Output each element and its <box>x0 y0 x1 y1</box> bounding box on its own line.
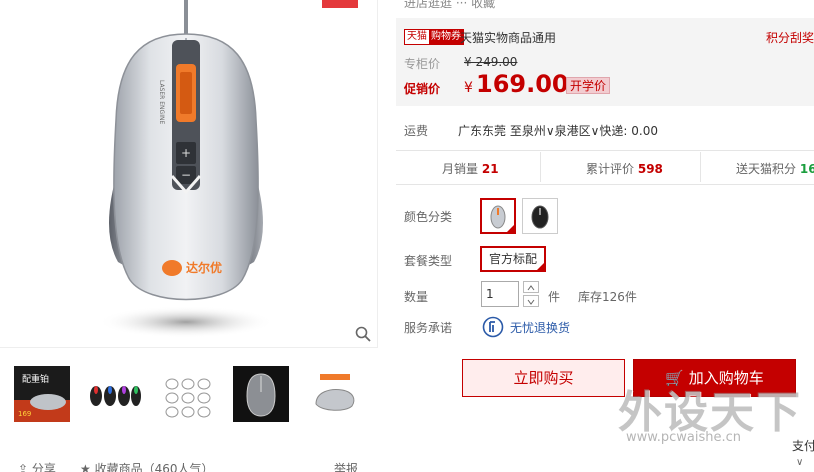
buy-now-button[interactable]: 立即购买 <box>462 359 625 397</box>
tmall-coupon-tag: 天猫 购物券 <box>404 29 464 45</box>
return-guarantee-icon <box>482 316 504 338</box>
svg-text:达尔优: 达尔优 <box>186 260 222 275</box>
svg-text:+: + <box>181 146 191 160</box>
divider <box>396 184 814 185</box>
stats-row: 月销量 21 累计评价 598 送天猫积分 16 <box>396 160 814 178</box>
tag-tmall: 天猫 <box>405 30 429 44</box>
price-panel: 天猫 购物券 天猫实物商品通用 积分刮奖 专柜价 ¥ 249.00 促销价 ¥ … <box>396 18 814 106</box>
service-label: 服务承诺 <box>404 321 453 335</box>
quantity-row: 数量 件 库存126件 <box>396 281 814 309</box>
review-count[interactable]: 累计评价 598 <box>586 160 663 177</box>
tag-coupon: 购物券 <box>429 30 463 44</box>
shipping-row: 运费 广东东莞 至泉州∨泉港区∨快递: 0.00 <box>396 122 814 140</box>
color-swatch-black[interactable] <box>522 198 558 234</box>
svg-text:配重铂: 配重铂 <box>22 373 49 385</box>
favorite-link[interactable]: ★ 收藏商品（460人气） <box>80 460 213 472</box>
tmall-points: 送天猫积分 16 <box>736 162 814 176</box>
color-option-row: 颜色分类 <box>396 198 814 236</box>
color-label: 颜色分类 <box>404 210 453 224</box>
package-option-standard[interactable]: 官方标配 <box>480 246 547 272</box>
thumbnail-5[interactable] <box>306 366 362 422</box>
cart-icon: 🛒 <box>665 369 684 387</box>
thumbnail-strip: 配重铂 169 <box>14 366 368 424</box>
report-link[interactable]: 举报 <box>334 460 358 472</box>
currency-symbol: ¥ <box>464 80 473 96</box>
sale-price: 169.00 <box>476 70 569 98</box>
mouse-illustration: + − LASER ENGINE 达尔优 <box>98 0 274 338</box>
sale-badge: 开学价 <box>566 77 611 94</box>
chevron-up-icon <box>527 285 535 291</box>
thumbnail-2[interactable] <box>86 366 142 422</box>
main-product-image[interactable]: + − LASER ENGINE 达尔优 <box>0 0 378 348</box>
stock-count: 库存126件 <box>578 290 637 304</box>
corner-ribbon <box>322 0 358 8</box>
service-row: 服务承诺 无忧退换货 <box>396 316 814 338</box>
monthly-sales: 月销量 21 <box>442 162 499 176</box>
product-gallery: + − LASER ENGINE 达尔优 配重铂 169 ⇪ 分享 ★ 收藏商品… <box>0 0 378 472</box>
social-bar: ⇪ 分享 ★ 收藏商品（460人气） 举报 <box>14 460 374 472</box>
package-option-row: 套餐类型 官方标配 <box>396 246 814 272</box>
chevron-down-icon <box>527 299 535 305</box>
product-info: 进店逛逛 ··· 收藏 天猫 购物券 天猫实物商品通用 积分刮奖 专柜价 ¥ 2… <box>378 0 814 472</box>
selected-check-icon <box>536 262 546 271</box>
quantity-label: 数量 <box>404 290 429 304</box>
svg-text:−: − <box>181 168 191 182</box>
divider <box>540 152 541 182</box>
quantity-unit: 件 <box>548 290 561 304</box>
product-page: + − LASER ENGINE 达尔优 配重铂 169 ⇪ 分享 ★ 收藏商品… <box>0 0 814 472</box>
watermark-url: www.pcwaishe.cn <box>626 430 741 445</box>
divider <box>396 150 814 151</box>
quantity-increase-button[interactable] <box>523 281 539 293</box>
share-link[interactable]: ⇪ 分享 <box>18 460 56 472</box>
zoom-icon[interactable] <box>354 325 372 343</box>
selected-check-icon <box>506 224 515 233</box>
points-lottery-link[interactable]: 积分刮奖 <box>766 29 814 46</box>
svg-text:LASER ENGINE: LASER ENGINE <box>158 80 165 124</box>
thumbnail-1[interactable]: 配重铂 169 <box>14 366 70 422</box>
chevron-down-icon[interactable]: ∨ <box>796 457 803 468</box>
shipping-label: 运费 <box>404 124 429 138</box>
original-price-label: 专柜价 <box>404 57 441 71</box>
payment-label: 支付 <box>792 439 814 453</box>
svg-text:169: 169 <box>18 410 31 418</box>
thumbnail-4[interactable] <box>233 366 289 422</box>
shipping-destination[interactable]: 广东东莞 至泉州∨泉港区∨快递: 0.00 <box>458 122 658 139</box>
divider <box>700 152 701 182</box>
quantity-decrease-button[interactable] <box>523 295 539 307</box>
shop-links[interactable]: 进店逛逛 ··· 收藏 <box>404 0 495 11</box>
color-swatch-silver[interactable] <box>480 198 516 234</box>
package-label: 套餐类型 <box>404 254 453 268</box>
original-price: ¥ 249.00 <box>464 55 518 69</box>
promo-text[interactable]: 天猫实物商品通用 <box>460 29 556 46</box>
quantity-input[interactable] <box>481 281 519 307</box>
thumbnail-3[interactable] <box>160 366 216 422</box>
add-to-cart-button[interactable]: 🛒 加入购物车 <box>633 359 796 397</box>
service-guarantee[interactable]: 无忧退换货 <box>510 319 570 336</box>
sale-price-label: 促销价 <box>404 82 441 96</box>
